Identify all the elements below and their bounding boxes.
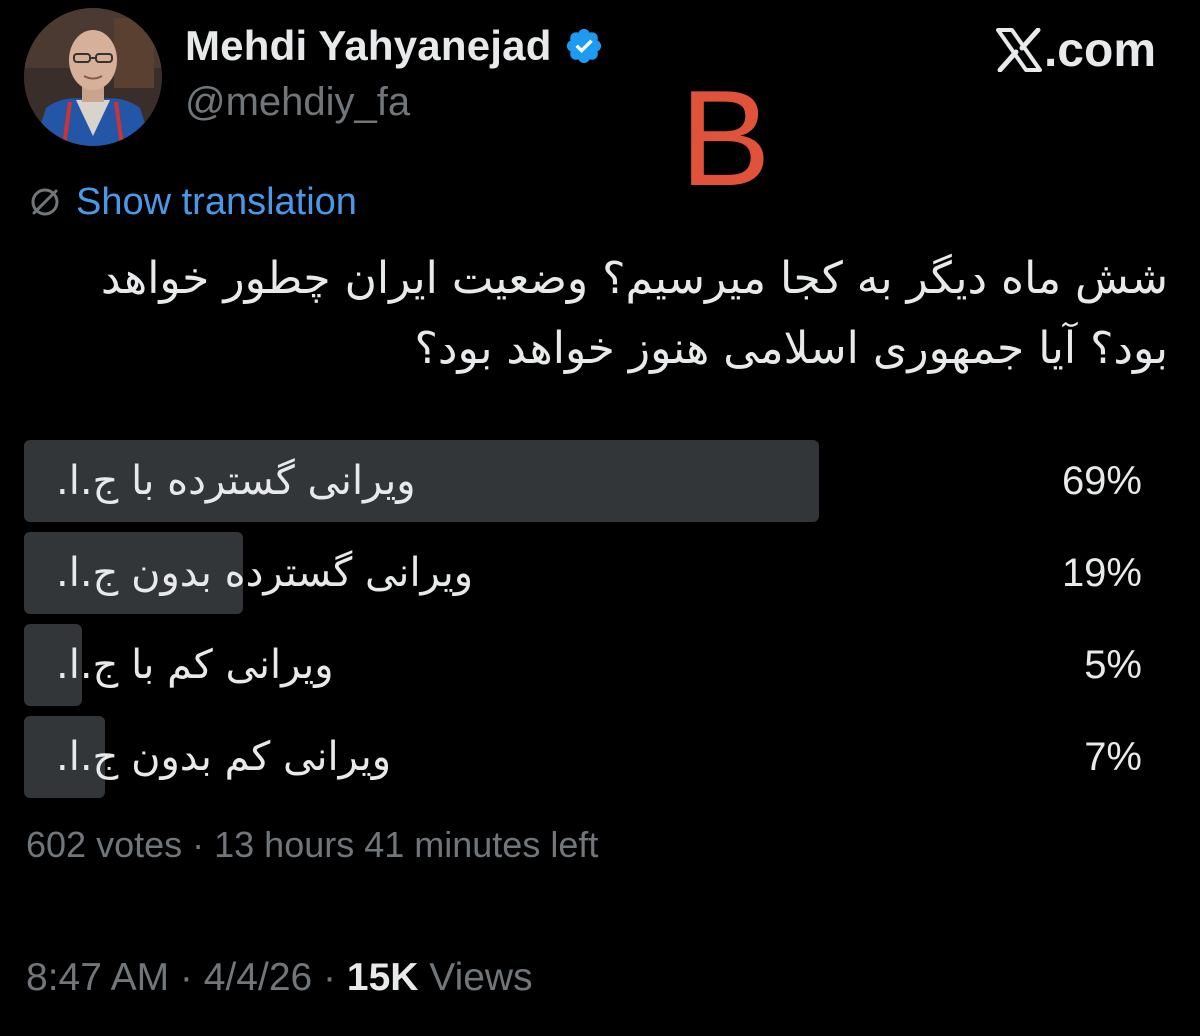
views-count: 15K <box>346 956 419 999</box>
poll-option-percent: 5% <box>1084 643 1142 687</box>
site-watermark: .com <box>995 20 1156 80</box>
views-label-text: Views <box>429 956 533 999</box>
overlay-letter: B <box>680 62 771 214</box>
author-handle[interactable]: @mehdiy_fa <box>185 80 410 125</box>
display-name[interactable]: Mehdi Yahyanejad <box>185 22 552 70</box>
x-logo-icon <box>995 28 1042 72</box>
site-domain: .com <box>1043 23 1156 77</box>
views-label: Views <box>418 956 532 999</box>
poll-option-label: ویرانی کم با ج.ا. <box>56 642 334 688</box>
verified-badge-icon <box>564 26 604 66</box>
poll-option[interactable]: ویرانی گسترده با ج.ا. 69% <box>24 440 1144 522</box>
poll-option-label: ویرانی گسترده بدون ج.ا. <box>56 550 474 596</box>
poll-option[interactable]: ویرانی کم با ج.ا. 5% <box>24 624 1144 706</box>
poll-vote-count: 602 votes <box>26 824 183 865</box>
poll-meta: 602 votes · 13 hours 41 minutes left <box>26 824 598 866</box>
tweet-timestamp-row: 8:47 AM · 4/4/26 · 15K Views <box>26 956 533 1000</box>
globe-off-icon <box>28 185 62 219</box>
poll-option-percent: 7% <box>1084 735 1142 779</box>
poll-time-left: 13 hours 41 minutes left <box>214 824 599 865</box>
tweet-time[interactable]: 8:47 AM <box>26 956 169 999</box>
poll: ویرانی گسترده با ج.ا. 69% ویرانی گسترده … <box>24 440 1144 808</box>
poll-meta-separator: · <box>182 824 215 865</box>
poll-option-label: ویرانی گسترده با ج.ا. <box>56 458 416 504</box>
poll-option[interactable]: ویرانی کم بدون ج.ا. 7% <box>24 716 1144 798</box>
tweet-text: شش ماه دیگر به کجا میرسیم؟ وضعیت ایران چ… <box>100 253 1168 374</box>
timestamp-separator: · <box>312 956 347 999</box>
timestamp-separator: · <box>169 956 204 999</box>
poll-option-percent: 69% <box>1061 459 1142 503</box>
poll-option[interactable]: ویرانی گسترده بدون ج.ا. 19% <box>24 532 1144 614</box>
author-name-row[interactable]: Mehdi Yahyanejad <box>185 18 604 74</box>
translation-row[interactable]: Show translation <box>28 178 357 226</box>
show-translation-link[interactable]: Show translation <box>76 181 357 224</box>
poll-option-label: ویرانی کم بدون ج.ا. <box>56 734 392 780</box>
avatar[interactable] <box>24 8 162 146</box>
poll-option-percent: 19% <box>1061 551 1142 595</box>
profile-photo <box>24 8 162 146</box>
tweet-date[interactable]: 4/4/26 <box>204 956 312 999</box>
